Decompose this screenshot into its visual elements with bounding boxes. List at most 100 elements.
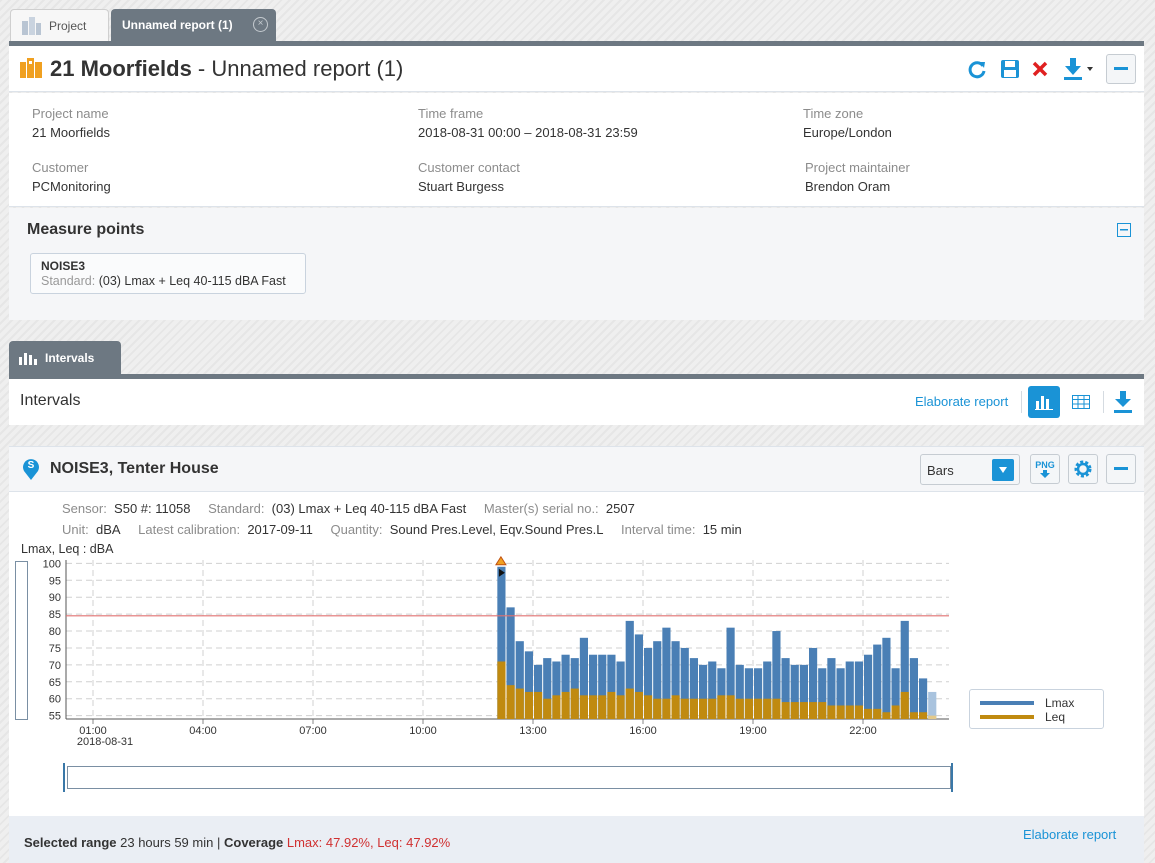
chart-legend: Lmax Leq (969, 689, 1104, 729)
quantity-value: Sound Pres.Level, Eqv.Sound Pres.L (389, 522, 604, 537)
navigator-handle-left[interactable] (63, 763, 69, 792)
save-button[interactable] (997, 56, 1023, 82)
coverage-label: Coverage (224, 835, 284, 850)
minus-icon (1120, 229, 1128, 231)
time-frame-value: 2018-08-31 00:00 – 2018-08-31 23:59 (418, 125, 638, 140)
collapse-noise-button[interactable] (1106, 454, 1136, 484)
calibration-value: 2017-09-11 (247, 522, 313, 537)
range-label: Selected range (24, 835, 117, 850)
master-label: Master(s) serial no.: (483, 501, 599, 516)
table-icon (1072, 395, 1090, 409)
range-navigator[interactable] (67, 766, 951, 789)
quantity-label: Quantity: (330, 522, 383, 537)
chevron-down-icon (1086, 67, 1093, 71)
chart-mode-select[interactable]: Bars (920, 454, 1020, 485)
legend-leq-swatch (980, 715, 1034, 719)
customer-value: PCMonitoring (32, 179, 111, 194)
legend-leq-label: Leq (1045, 710, 1066, 724)
collapse-measure-points-button[interactable] (1117, 223, 1131, 237)
export-png-button[interactable]: PNG (1030, 454, 1060, 484)
close-tab-icon[interactable]: × (253, 17, 268, 32)
sensor-value: S50 #: 11058 (114, 501, 191, 516)
bar-chart-icon (19, 353, 37, 365)
intervals-title: Intervals (20, 392, 81, 409)
delete-button[interactable] (1027, 56, 1053, 82)
master-value: 2507 (605, 501, 635, 516)
footer-elaborate-link[interactable]: Elaborate report (1023, 827, 1116, 842)
legend-lmax-label: Lmax (1045, 696, 1075, 710)
measure-point-card[interactable]: NOISE3 Standard: (03) Lmax + Leq 40-115 … (30, 253, 306, 294)
elaborate-report-link[interactable]: Elaborate report (915, 394, 1008, 409)
customer-contact-value: Stuart Burgess (418, 179, 504, 194)
footer-separator: | (216, 835, 221, 850)
maintainer-value: Brendon Oram (805, 179, 891, 194)
tab-project-label: Project (49, 18, 87, 33)
noise-title: NOISE3, Tenter House (50, 460, 219, 477)
gear-icon (1074, 460, 1092, 478)
map-marker-letter: S (27, 460, 35, 471)
download-icon (1063, 58, 1082, 80)
coverage-value: Lmax: 47.92%, Leq: 47.92% (286, 835, 451, 850)
tab-intervals[interactable]: Intervals (9, 341, 121, 375)
measure-points-title: Measure points (27, 221, 145, 238)
customer-contact-label: Customer contact (418, 160, 520, 175)
footer-summary: Selected range 23 hours 59 min | Coverag… (24, 835, 450, 850)
minus-icon (1114, 467, 1128, 470)
project-name-value: 21 Moorfields (32, 125, 111, 140)
building-icon (20, 58, 42, 78)
tab-report[interactable]: Unnamed report (1) × (111, 9, 276, 41)
time-zone-label: Time zone (803, 106, 864, 121)
standard-value: (03) Lmax + Leq 40-115 dBA Fast (271, 501, 467, 516)
customer-label: Customer (32, 160, 89, 175)
minus-icon (1114, 67, 1128, 70)
unit-value: dBA (95, 522, 121, 537)
standard-label: Standard: (208, 501, 265, 516)
building-icon (22, 16, 41, 35)
chart-ylabel: Lmax, Leq : dBA (21, 542, 114, 556)
tab-report-label: Unnamed report (1) (122, 18, 233, 32)
chart-view-button[interactable] (1028, 386, 1060, 418)
navigator-handle-right[interactable] (947, 763, 953, 792)
maintainer-label: Project maintainer (805, 160, 910, 175)
sensor-label: Sensor: (62, 501, 107, 516)
project-name-label: Project name (32, 106, 109, 121)
page-title-separator: - (191, 56, 212, 81)
refresh-icon (968, 61, 986, 79)
tab-project[interactable]: Project (10, 9, 109, 41)
sensor-meta-row: Sensor: S50 #: 11058 Standard: (03) Lmax… (62, 501, 635, 516)
interval-value: 15 min (702, 522, 742, 537)
page-title-project: 21 Moorfields (50, 56, 192, 81)
measure-point-standard: (03) Lmax + Leq 40-115 dBA Fast (98, 274, 286, 288)
measure-point-standard-label: Standard: (41, 274, 96, 288)
png-icon-label: PNG (1035, 459, 1055, 470)
collapse-report-button[interactable] (1106, 54, 1136, 84)
page-title-report: Unnamed report (1) (211, 56, 404, 81)
refresh-button[interactable] (964, 56, 990, 82)
interval-label: Interval time: (621, 522, 696, 537)
time-zone-value: Europe/London (803, 125, 892, 140)
table-view-button[interactable] (1069, 391, 1093, 413)
download-icon (1040, 469, 1050, 478)
download-dropdown-button[interactable] (1058, 56, 1098, 82)
measure-point-name: NOISE3 (41, 259, 86, 273)
range-value: 23 hours 59 min (120, 835, 214, 850)
chart-mode-value: Bars (927, 463, 954, 478)
legend-lmax-swatch (980, 701, 1034, 705)
y-zoom-scrollbar[interactable] (15, 561, 28, 720)
chart-settings-button[interactable] (1068, 454, 1098, 484)
measure-points-panel: Measure points NOISE3 Standard: (03) Lma… (9, 208, 1144, 320)
chevron-down-icon (999, 467, 1007, 473)
page-title: 21 Moorfields - Unnamed report (1) (50, 56, 403, 82)
project-info-panel: Project name 21 Moorfields Time frame 20… (9, 93, 1144, 207)
chart-mode-dropdown-toggle[interactable] (992, 459, 1014, 481)
bar-chart-icon (1035, 396, 1053, 410)
close-icon (1032, 61, 1048, 77)
tab-intervals-label: Intervals (45, 351, 95, 365)
calibration-label: Latest calibration: (138, 522, 241, 537)
download-intervals-button[interactable] (1111, 389, 1135, 415)
unit-label: Unit: (62, 522, 89, 537)
download-icon (1114, 391, 1132, 413)
intervals-header-panel: Intervals Elaborate report (9, 379, 1144, 425)
time-frame-label: Time frame (418, 106, 484, 121)
unit-meta-row: Unit: dBA Latest calibration: 2017-09-11… (62, 522, 742, 537)
